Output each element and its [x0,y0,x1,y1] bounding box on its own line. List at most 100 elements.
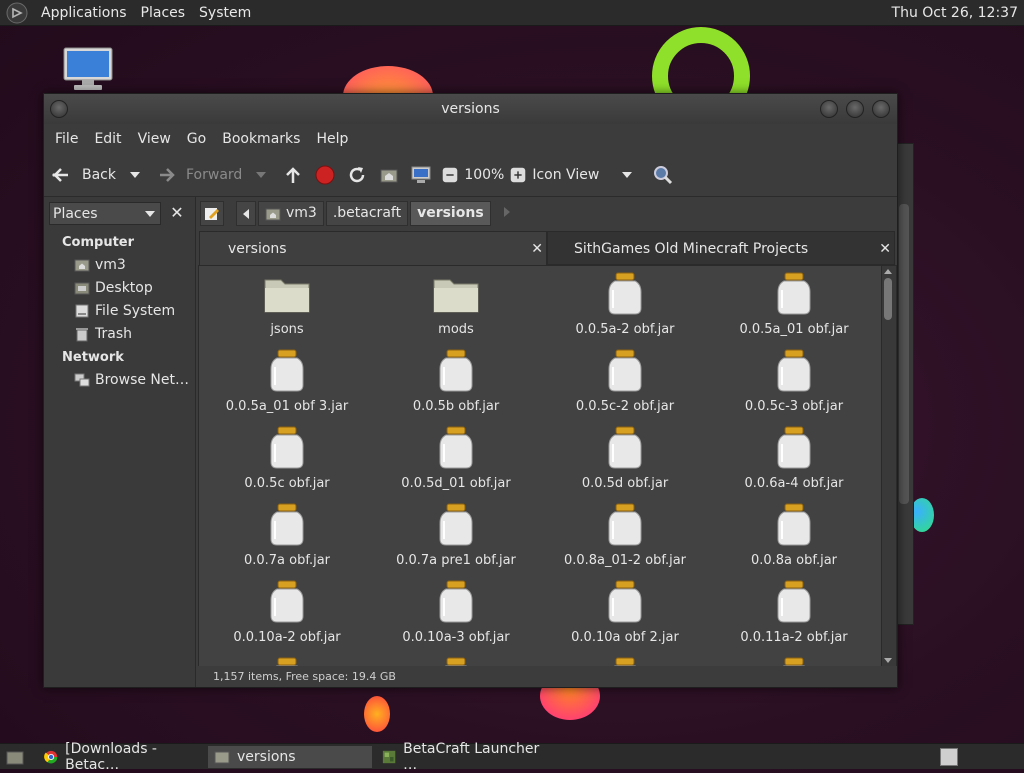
forward-button[interactable]: Forward [156,164,267,186]
jar-file-icon [270,349,304,392]
file-item[interactable]: 0.0.5a-2 obf.jar [540,272,710,349]
minimize-button[interactable] [820,100,838,118]
stop-icon[interactable] [314,164,336,186]
chevron-left-icon [243,208,249,219]
scroll-down-arrow-icon[interactable] [884,658,892,663]
task-versions[interactable]: versions [208,745,372,768]
maximize-button[interactable] [846,100,864,118]
sidebar-item-label: Desktop [95,280,153,296]
file-item[interactable]: 0.0.5c obf.jar [202,426,372,503]
show-desktop-icon[interactable] [6,748,24,766]
window-titlebar[interactable]: versions [44,94,897,124]
file-item[interactable]: 0.0.11a-2 obf.jar [709,580,879,657]
sidebar-item-desktop[interactable]: Desktop [74,280,153,296]
toggle-location-entry-button[interactable] [200,201,224,226]
sidebar-item-label: vm3 [95,257,126,273]
file-name: jsons [270,322,304,337]
jar-file-icon [270,426,304,469]
menu-edit[interactable]: Edit [86,131,129,147]
breadcrumb-betacraft[interactable]: .betacraft [325,201,409,226]
file-item[interactable]: 0.0.5a_01 obf.jar [709,272,879,349]
toolbar: Back Forward 100% Icon View [44,154,897,197]
system-menu[interactable]: System [192,5,258,21]
view-mode-selector[interactable]: Icon View [532,167,622,183]
up-arrow-icon[interactable] [282,164,304,186]
sidebar-selector[interactable]: Places [49,202,161,225]
tab-versions[interactable]: versions ✕ [199,231,547,265]
task-downloads[interactable]: [Downloads - Betac… [38,741,204,773]
path-scroll-right-button[interactable] [503,206,511,221]
file-item[interactable]: 0.0.7a obf.jar [202,503,372,580]
file-item[interactable]: 0.0.5c-3 obf.jar [709,349,879,426]
breadcrumb-label: versions [417,205,484,221]
file-item[interactable]: 0.0.5d_01 obf.jar [371,426,541,503]
file-item[interactable]: 0.0.10a-3 obf.jar [371,580,541,657]
breadcrumb-vm3[interactable]: vm3 [258,201,324,226]
file-name: mods [438,322,474,337]
panel-clock[interactable]: Thu Oct 26, 12:37 [892,5,1024,21]
search-icon[interactable] [652,164,674,186]
view-mode-caret-icon[interactable] [622,172,633,178]
forward-label: Forward [186,167,243,183]
background-window-scrollbar[interactable] [899,204,909,504]
tab-sithgames[interactable]: SithGames Old Minecraft Projects ✕ [547,231,895,265]
mate-logo-icon[interactable] [6,2,28,24]
jar-file-icon [439,426,473,469]
scrollbar-thumb[interactable] [884,278,892,320]
menubar: File Edit View Go Bookmarks Help [44,124,897,154]
jar-file-icon [608,272,642,315]
folder-icon [264,279,310,313]
zoom-out-icon[interactable] [442,167,458,183]
task-label: versions [237,748,296,765]
back-history-caret-icon[interactable] [130,172,140,178]
file-item[interactable]: 0.0.5a_01 obf 3.jar [202,349,372,426]
zoom-in-icon[interactable] [510,167,526,183]
file-item[interactable]: 0.0.5d obf.jar [540,426,710,503]
file-item[interactable]: 0.0.8a obf.jar [709,503,879,580]
menu-view[interactable]: View [130,131,179,147]
tab-label: versions [228,241,287,257]
file-item[interactable]: 0.0.5c-2 obf.jar [540,349,710,426]
breadcrumb-versions[interactable]: versions [410,201,491,226]
menu-bookmarks[interactable]: Bookmarks [214,131,308,147]
jar-file-icon [439,580,473,623]
computer-icon[interactable] [410,164,432,186]
workspace-switcher[interactable] [940,747,958,766]
icon-view[interactable]: jsons mods 0.0.5a-2 obf.jar 0.0.5a_01 obf.j… [198,265,882,667]
computer-desktop-icon[interactable] [62,46,114,92]
sidebar-item-trash[interactable]: Trash [74,326,132,342]
trash-icon [76,328,88,342]
close-tab-icon[interactable]: ✕ [531,232,543,266]
close-button[interactable] [872,100,890,118]
back-button[interactable]: Back [50,164,140,186]
file-name: 0.0.8a_01-2 obf.jar [563,553,687,568]
file-item[interactable]: 0.0.10a-2 obf.jar [202,580,372,657]
menu-go[interactable]: Go [179,131,214,147]
zoom-level[interactable]: 100% [464,167,504,183]
file-item[interactable]: 0.0.8a_01-2 obf.jar [540,503,710,580]
file-item[interactable]: 0.0.7a pre1 obf.jar [371,503,541,580]
file-item[interactable]: mods [371,272,541,349]
sidebar-item-label: File System [95,303,176,319]
vertical-scrollbar[interactable] [881,265,897,667]
applications-menu[interactable]: Applications [34,5,134,21]
menu-help[interactable]: Help [308,131,356,147]
sidebar-close-icon[interactable]: ✕ [166,202,188,224]
forward-history-caret-icon[interactable] [256,172,267,178]
sidebar-item-browse-network[interactable]: Browse Net… [74,372,189,388]
scroll-up-arrow-icon[interactable] [884,269,892,274]
task-betacraft[interactable]: BetaCraft Launcher … [376,741,546,773]
menu-file[interactable]: File [47,131,86,147]
places-menu[interactable]: Places [134,5,193,21]
path-scroll-left-button[interactable] [236,201,256,226]
window-menu-button[interactable] [50,100,68,118]
file-item[interactable]: jsons [202,272,372,349]
close-tab-icon[interactable]: ✕ [879,232,891,266]
sidebar-item-vm3[interactable]: vm3 [74,257,126,273]
home-folder-icon[interactable] [378,164,400,186]
reload-icon[interactable] [346,164,368,186]
file-item[interactable]: 0.0.5b obf.jar [371,349,541,426]
file-item[interactable]: 0.0.10a obf 2.jar [540,580,710,657]
file-item[interactable]: 0.0.6a-4 obf.jar [709,426,879,503]
sidebar-item-file-system[interactable]: File System [74,303,175,319]
